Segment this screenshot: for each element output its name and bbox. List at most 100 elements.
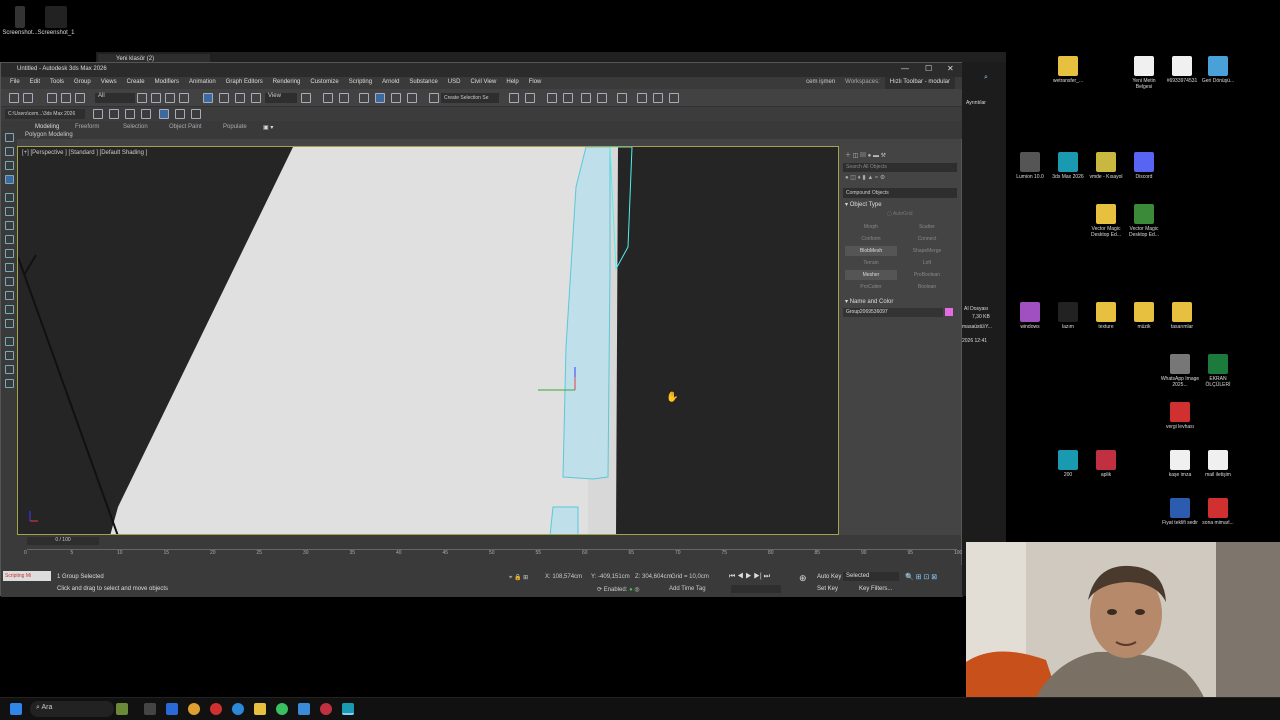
desktop-icon[interactable]: #6933974531 bbox=[1162, 56, 1202, 84]
menu-tools[interactable]: Tools bbox=[45, 77, 69, 89]
keyboard-shortcut-icon[interactable] bbox=[339, 93, 349, 103]
desktop-icon[interactable]: sona mimarl... bbox=[1198, 498, 1238, 526]
x-coordinate[interactable]: X: 108,574cm bbox=[545, 574, 582, 580]
selection-filter-dropdown[interactable]: All bbox=[95, 93, 135, 103]
toggle-layer-explorer-icon[interactable] bbox=[563, 93, 573, 103]
open-icon[interactable] bbox=[93, 109, 103, 119]
desktop-icon[interactable]: texture bbox=[1086, 302, 1126, 330]
ribbon-options-icon[interactable]: ▣ ▾ bbox=[263, 124, 273, 131]
desktop-icon[interactable]: 3ds Max 2026 bbox=[1048, 152, 1088, 180]
tool-icon[interactable] bbox=[5, 365, 14, 374]
object-type-rollout[interactable]: ▾ Object Type bbox=[845, 201, 882, 208]
menu-usd[interactable]: USD bbox=[443, 77, 466, 89]
undo-icon[interactable] bbox=[9, 93, 19, 103]
mesher-button[interactable]: Mesher bbox=[845, 270, 897, 280]
object-name-field[interactable]: Group2069536097 bbox=[843, 308, 943, 317]
y-coordinate[interactable]: Y: -409,151cm bbox=[591, 574, 630, 580]
time-slider[interactable]: 0 / 100 bbox=[27, 537, 99, 545]
tool-icon[interactable] bbox=[5, 207, 14, 216]
widgets-icon[interactable] bbox=[116, 703, 128, 715]
desktop-icon[interactable]: windows bbox=[1010, 302, 1050, 330]
maximize-icon[interactable]: ☐ bbox=[925, 64, 932, 73]
auto-key-button[interactable]: Auto Key bbox=[817, 574, 841, 580]
desktop-icon[interactable]: vergi levhası bbox=[1160, 402, 1200, 430]
workspace-dropdown[interactable]: Hızlı Toolbar - modular bbox=[884, 77, 955, 89]
link-icon[interactable] bbox=[47, 93, 57, 103]
category-dropdown[interactable]: Compound Objects bbox=[843, 188, 957, 198]
store-icon[interactable] bbox=[166, 703, 178, 715]
menu-graph-editors[interactable]: Graph Editors bbox=[221, 77, 268, 89]
snaps-toggle-icon[interactable] bbox=[359, 93, 369, 103]
unlink-icon[interactable] bbox=[61, 93, 71, 103]
playback-controls[interactable]: ⏮ ◀ ▶ ▶| ⏭ bbox=[729, 573, 770, 581]
autogrid-checkbox[interactable]: ▢ AutoGrid bbox=[887, 211, 913, 217]
tool-icon[interactable] bbox=[5, 193, 14, 202]
blobmesh-button[interactable]: BlobMesh bbox=[845, 246, 897, 256]
percent-snap-icon[interactable] bbox=[391, 93, 401, 103]
mirror-icon[interactable] bbox=[509, 93, 519, 103]
create-selection-set-dropdown[interactable]: Create Selection Se bbox=[441, 93, 499, 103]
pivot-center-icon[interactable] bbox=[301, 93, 311, 103]
ribbon-tab-modeling[interactable]: Modeling bbox=[35, 124, 59, 130]
menu-rendering[interactable]: Rendering bbox=[268, 77, 306, 89]
tool-icon[interactable] bbox=[5, 277, 14, 286]
conform-button[interactable]: Conform bbox=[845, 234, 897, 244]
bind-space-warp-icon[interactable] bbox=[75, 93, 85, 103]
transform-icons[interactable]: ⌖ 🔒 ⊞ bbox=[509, 574, 528, 582]
close-icon[interactable]: ✕ bbox=[947, 64, 954, 73]
create-category-icons[interactable]: ● ◫ ♦ ▮ ▲ ≈ ⚙ bbox=[845, 174, 885, 181]
desktop-icon[interactable]: Yeni Metin Belgesi bbox=[1124, 56, 1164, 90]
import-icon[interactable] bbox=[125, 109, 135, 119]
tool-icon[interactable] bbox=[5, 133, 14, 142]
toggle-scene-explorer-icon[interactable] bbox=[547, 93, 557, 103]
set-key-button[interactable]: Set Key bbox=[817, 586, 838, 592]
select-move-icon[interactable] bbox=[203, 93, 213, 103]
telegram-icon[interactable] bbox=[298, 703, 310, 715]
file-explorer-icon[interactable] bbox=[254, 703, 266, 715]
perspective-viewport[interactable]: ✋ [+] [Perspective ] [Standard ] [Defaul… bbox=[17, 146, 839, 535]
tool-icon[interactable] bbox=[5, 319, 14, 328]
edit-named-selection-icon[interactable] bbox=[429, 93, 439, 103]
ribbon-tab-selection[interactable]: Selection bbox=[123, 124, 148, 130]
tool-icon[interactable] bbox=[5, 337, 14, 346]
add-time-tag[interactable]: Add Time Tag bbox=[669, 586, 706, 592]
window-crossing-icon[interactable] bbox=[179, 93, 189, 103]
key-filters-button[interactable]: Key Filters... bbox=[859, 586, 892, 592]
snap-grid-icon[interactable] bbox=[175, 109, 185, 119]
connect-button[interactable]: Connect bbox=[901, 234, 953, 244]
desktop-icon[interactable]: vmde - Kısayol bbox=[1086, 152, 1126, 180]
z-coordinate[interactable]: Z: 304,604cm bbox=[635, 574, 672, 580]
tool-icon[interactable] bbox=[5, 175, 14, 184]
desktop-icon[interactable]: Vector Magic Desktop Ed... bbox=[1124, 204, 1164, 238]
taskbar-search[interactable]: ⌕ Ara bbox=[30, 701, 114, 717]
export-icon[interactable] bbox=[141, 109, 151, 119]
tool-icon[interactable] bbox=[5, 161, 14, 170]
boolean-button[interactable]: Boolean bbox=[901, 282, 953, 292]
desktop-icon[interactable]: 200 bbox=[1048, 450, 1088, 478]
ribbon-tab-object-paint[interactable]: Object Paint bbox=[169, 124, 202, 130]
selected-dropdown[interactable]: Selected bbox=[843, 572, 899, 581]
set-key-icon[interactable]: ⊕ bbox=[799, 573, 807, 584]
viewport-nav-icons[interactable]: 🔍 ⊞ ⊡ ⊠ bbox=[905, 573, 937, 581]
current-frame-field[interactable] bbox=[731, 585, 781, 593]
ribbon-tab-populate[interactable]: Populate bbox=[223, 124, 247, 130]
morph-button[interactable]: Morph bbox=[845, 222, 897, 232]
project-path-field[interactable]: C:\Users\cem...\3ds Max 2026 bbox=[5, 109, 85, 119]
tool-icon[interactable] bbox=[5, 235, 14, 244]
tool-icon[interactable] bbox=[5, 379, 14, 388]
rendered-frame-window-icon[interactable] bbox=[653, 93, 663, 103]
select-by-name-icon[interactable] bbox=[151, 93, 161, 103]
chrome-icon[interactable] bbox=[188, 703, 200, 715]
search-objects-field[interactable]: Search All Objects bbox=[843, 163, 957, 172]
place-icon[interactable] bbox=[251, 93, 261, 103]
menu-file[interactable]: File bbox=[5, 77, 25, 89]
desktop-icon[interactable]: Discord bbox=[1124, 152, 1164, 180]
rect-selection-icon[interactable] bbox=[165, 93, 175, 103]
select-manipulate-icon[interactable] bbox=[323, 93, 333, 103]
desktop-icon[interactable]: WhatsApp Image 2025... bbox=[1160, 354, 1200, 388]
tool-icon[interactable] bbox=[5, 305, 14, 314]
menu-civil-view[interactable]: Civil View bbox=[465, 77, 501, 89]
windows-start-icon[interactable] bbox=[10, 703, 22, 715]
desktop-icon[interactable]: aplik bbox=[1086, 450, 1126, 478]
proboolean-button[interactable]: ProBoolean bbox=[901, 270, 953, 280]
